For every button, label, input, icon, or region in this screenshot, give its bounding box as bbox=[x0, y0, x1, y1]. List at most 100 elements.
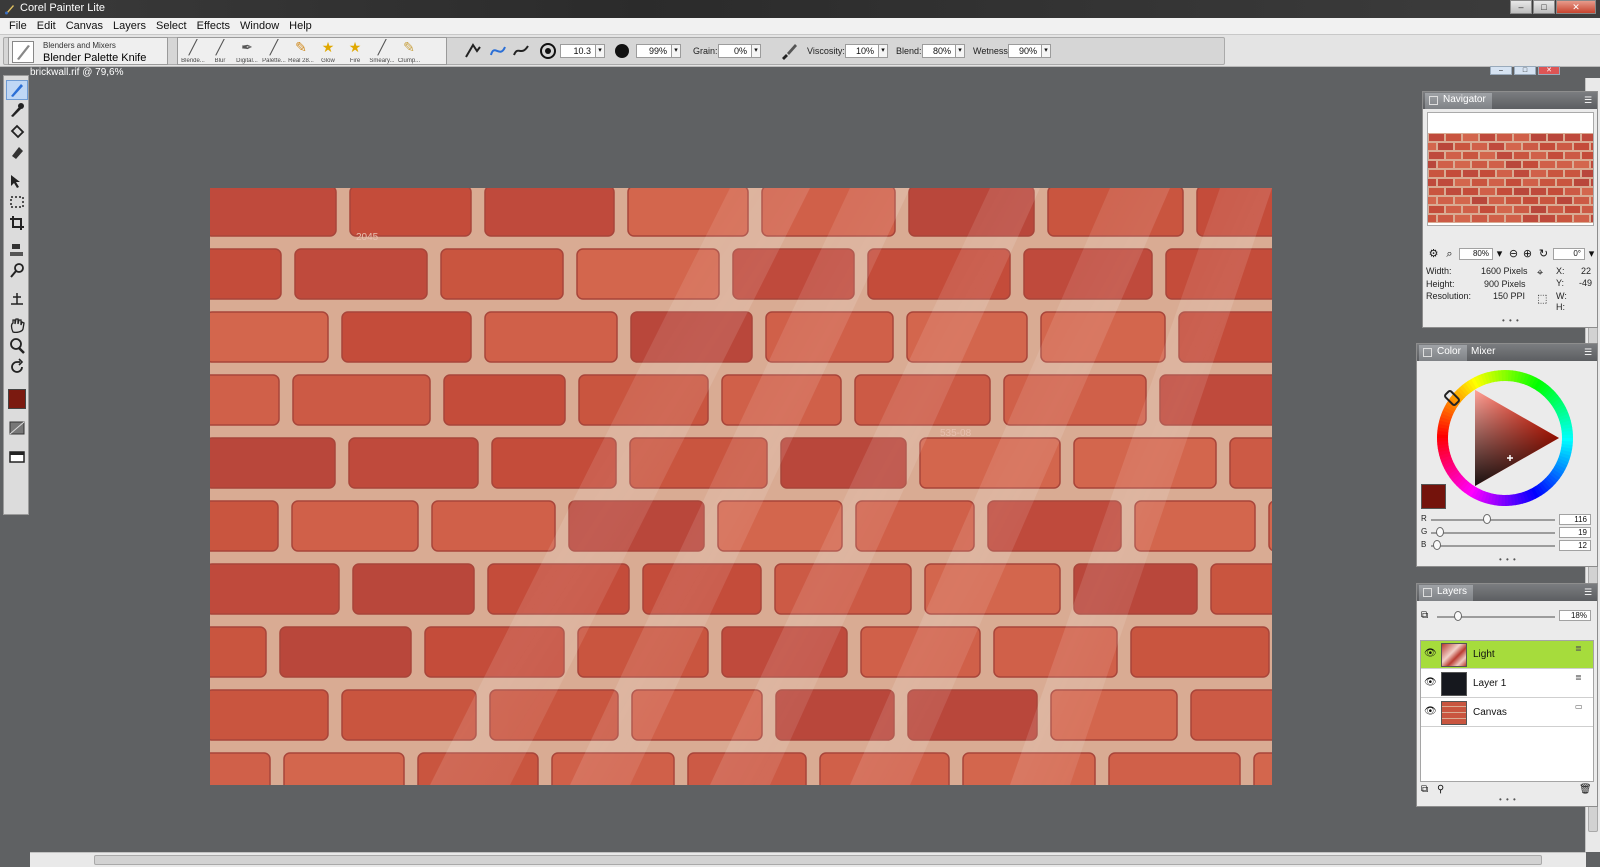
zoom-dropdown-icon[interactable]: ▾ bbox=[1493, 248, 1506, 261]
stroke-type-icon[interactable] bbox=[463, 41, 483, 61]
green-value-field[interactable]: 19 bbox=[1559, 527, 1591, 538]
hue-segment[interactable] bbox=[1504, 494, 1509, 506]
zoom-in-icon[interactable]: ⊕ bbox=[1521, 248, 1534, 261]
recent-brush-5[interactable]: ✎ Real 28... bbox=[288, 38, 314, 64]
recent-brush-6[interactable]: ★ Glow bbox=[315, 38, 341, 64]
horizontal-scrollbar[interactable] bbox=[30, 852, 1586, 867]
current-color-swatch[interactable] bbox=[1421, 484, 1446, 509]
brush-size-dropdown[interactable]: ▾ bbox=[595, 44, 605, 58]
panel-resize-grip[interactable]: • • • bbox=[1499, 555, 1517, 564]
panel-checkbox[interactable] bbox=[1429, 96, 1438, 105]
menu-file[interactable]: File bbox=[4, 18, 32, 34]
document-restore-button[interactable]: □ bbox=[1514, 66, 1536, 75]
rotate-page-tool-icon[interactable] bbox=[6, 358, 28, 378]
blue-slider-track[interactable] bbox=[1431, 545, 1555, 547]
color-wheel[interactable] bbox=[1433, 366, 1577, 510]
new-layer-icon[interactable]: ⧉ bbox=[1421, 784, 1428, 795]
red-slider-knob[interactable] bbox=[1483, 514, 1492, 524]
navigator-preview[interactable] bbox=[1427, 112, 1594, 226]
red-value-field[interactable]: 116 bbox=[1559, 514, 1591, 525]
wetness-field[interactable]: 90% bbox=[1008, 44, 1042, 58]
layer-options-icon[interactable]: ⚲ bbox=[1437, 784, 1444, 795]
main-color-swatch[interactable] bbox=[8, 389, 26, 409]
recent-brush-7[interactable]: ★ Fire bbox=[342, 38, 368, 64]
wetness-dropdown[interactable]: ▾ bbox=[1041, 44, 1051, 58]
panel-menu-icon[interactable]: ☰ bbox=[1584, 587, 1594, 597]
freehand-stroke-icon[interactable] bbox=[488, 41, 508, 61]
zoom-out-icon[interactable]: ⊖ bbox=[1507, 248, 1520, 261]
blend-dropdown[interactable]: ▾ bbox=[955, 44, 965, 58]
clone-tool-icon[interactable] bbox=[6, 241, 28, 261]
document-minimize-button[interactable]: – bbox=[1490, 66, 1512, 75]
rectangular-selection-tool-icon[interactable] bbox=[6, 193, 28, 213]
panel-resize-grip[interactable]: • • • bbox=[1499, 795, 1517, 804]
brush-size-field[interactable]: 10.3 bbox=[560, 44, 596, 58]
menu-layers[interactable]: Layers bbox=[108, 18, 151, 34]
opacity-dropdown[interactable]: ▾ bbox=[671, 44, 681, 58]
document-close-button[interactable]: ✕ bbox=[1538, 66, 1560, 75]
grain-field[interactable]: 0% bbox=[718, 44, 752, 58]
shape-tool-icon[interactable] bbox=[6, 289, 28, 309]
screen-mode-icon[interactable] bbox=[6, 448, 28, 468]
blend-field[interactable]: 80% bbox=[922, 44, 956, 58]
hue-segment[interactable] bbox=[1561, 434, 1573, 439]
tab-navigator[interactable]: Navigator bbox=[1425, 93, 1492, 109]
menu-effects[interactable]: Effects bbox=[192, 18, 235, 34]
brush-tool-icon[interactable] bbox=[6, 80, 28, 100]
brush-selector[interactable]: Blenders and Mixers Blender Palette Knif… bbox=[8, 37, 168, 65]
cloner-tool-icon[interactable] bbox=[6, 262, 28, 282]
visibility-eye-icon[interactable]: 👁 bbox=[1424, 678, 1437, 688]
menu-help[interactable]: Help bbox=[284, 18, 317, 34]
green-slider-knob[interactable] bbox=[1436, 527, 1445, 537]
grabber-hand-tool-icon[interactable] bbox=[6, 316, 28, 336]
recent-brush-4[interactable]: ╱ Palette... bbox=[261, 38, 287, 64]
layer-opacity-knob[interactable] bbox=[1454, 611, 1463, 621]
recent-brush-9[interactable]: ✎ Clump... bbox=[396, 38, 422, 64]
navigator-zoom-field[interactable]: 80% bbox=[1459, 248, 1493, 260]
recent-brush-8[interactable]: ╱ Smeary... bbox=[369, 38, 395, 64]
crop-tool-icon[interactable] bbox=[6, 214, 28, 234]
dropper-tool-icon[interactable] bbox=[6, 101, 28, 121]
panel-resize-grip[interactable]: • • • bbox=[1502, 316, 1520, 325]
hue-segment[interactable] bbox=[1501, 370, 1506, 382]
paint-bucket-tool-icon[interactable] bbox=[6, 122, 28, 142]
viscosity-dropdown[interactable]: ▾ bbox=[878, 44, 888, 58]
blue-slider-knob[interactable] bbox=[1432, 540, 1441, 550]
blue-value-field[interactable]: 12 bbox=[1559, 540, 1591, 551]
red-slider-track[interactable] bbox=[1431, 519, 1555, 521]
panel-menu-icon[interactable]: ☰ bbox=[1584, 95, 1594, 105]
menu-edit[interactable]: Edit bbox=[32, 18, 61, 34]
rotate-icon[interactable]: ↻ bbox=[1537, 248, 1550, 261]
menu-select[interactable]: Select bbox=[151, 18, 192, 34]
green-slider-track[interactable] bbox=[1431, 532, 1555, 534]
menu-window[interactable]: Window bbox=[235, 18, 284, 34]
settings-gear-icon[interactable]: ⚙ bbox=[1427, 248, 1440, 261]
layer-row-layer-1[interactable]: 👁 Layer 1 ≣ bbox=[1421, 670, 1593, 698]
grain-dropdown[interactable]: ▾ bbox=[751, 44, 761, 58]
close-button[interactable]: ✕ bbox=[1556, 0, 1596, 14]
rotation-dropdown-icon[interactable]: ▾ bbox=[1585, 248, 1598, 261]
recent-brush-2[interactable]: ╱ Blur bbox=[207, 38, 233, 64]
menu-canvas[interactable]: Canvas bbox=[61, 18, 108, 34]
tab-mixer[interactable]: Mixer bbox=[1465, 345, 1501, 361]
tab-color[interactable]: Color bbox=[1419, 345, 1467, 361]
zoom-icon[interactable]: ⌕ bbox=[1443, 248, 1456, 261]
paper-selector-icon[interactable] bbox=[6, 419, 28, 439]
recent-brush-3[interactable]: ✒ Digital... bbox=[234, 38, 260, 64]
straight-line-stroke-icon[interactable] bbox=[511, 41, 531, 61]
maximize-button[interactable]: □ bbox=[1533, 0, 1555, 14]
panel-checkbox[interactable] bbox=[1423, 588, 1432, 597]
visibility-eye-icon[interactable]: 👁 bbox=[1424, 707, 1437, 717]
magnifier-tool-icon[interactable] bbox=[6, 337, 28, 357]
layer-adjuster-tool-icon[interactable] bbox=[6, 172, 28, 192]
layer-row-light[interactable]: 👁 Light ≣ bbox=[1421, 641, 1593, 669]
panel-menu-icon[interactable]: ☰ bbox=[1584, 347, 1594, 357]
recent-brush-1[interactable]: ╱ Blende... bbox=[180, 38, 206, 64]
panel-checkbox[interactable] bbox=[1423, 348, 1432, 357]
horizontal-scroll-thumb[interactable] bbox=[94, 855, 1542, 865]
eraser-tool-icon[interactable] bbox=[6, 143, 28, 163]
tab-layers[interactable]: Layers bbox=[1419, 585, 1474, 601]
opacity-field[interactable]: 99% bbox=[636, 44, 672, 58]
artwork-canvas[interactable]: 2045 535-08 bbox=[210, 188, 1272, 785]
minimize-button[interactable]: – bbox=[1510, 0, 1532, 14]
